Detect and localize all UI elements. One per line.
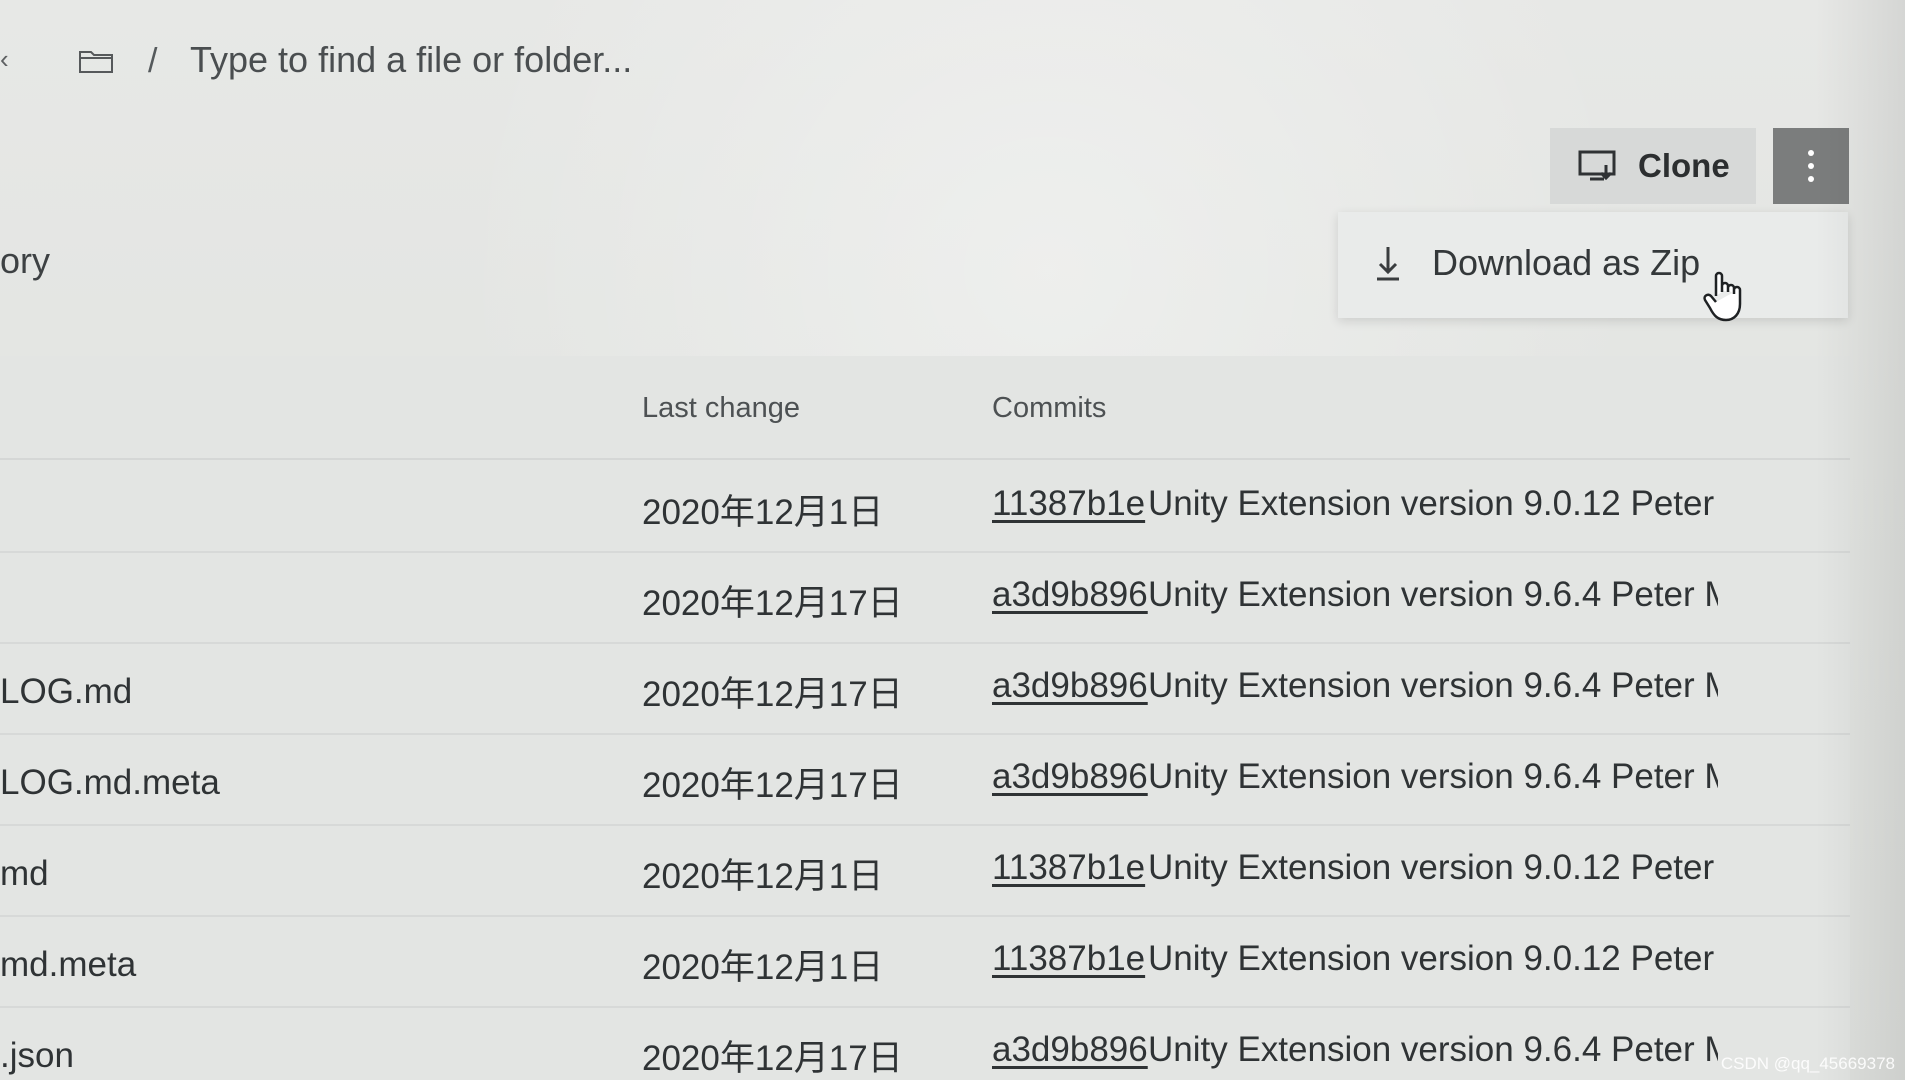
table-row[interactable]: md.meta 2020年12月1日 11387b1e Unity Extens…	[0, 915, 1850, 1008]
clone-label: Clone	[1638, 147, 1730, 184]
last-change-date: 2020年12月17日	[642, 1039, 903, 1078]
clone-button[interactable]: Clone	[1550, 128, 1756, 204]
table-header: Last change Commits	[0, 356, 1850, 460]
section-label: ory	[0, 240, 51, 281]
commit-hash-link[interactable]: 11387b1e	[992, 848, 1145, 888]
clone-icon	[1578, 150, 1616, 181]
page: ‹ / ory Clone Download as Zip	[0, 0, 1905, 1080]
commit-hash-link[interactable]: a3d9b896	[992, 575, 1148, 615]
table-row[interactable]: LOG.md 2020年12月17日 a3d9b896 Unity Extens…	[0, 642, 1850, 735]
hand-cursor-icon	[1703, 271, 1742, 322]
file-name[interactable]: LOG.md.meta	[0, 763, 220, 803]
more-options-button[interactable]	[1773, 128, 1849, 204]
last-change-date: 2020年12月1日	[642, 948, 884, 987]
table-row[interactable]: .json 2020年12月17日 a3d9b896 Unity Extensi…	[0, 1006, 1850, 1080]
last-change-date: 2020年12月17日	[642, 766, 903, 805]
commit-hash-link[interactable]: 11387b1e	[992, 484, 1145, 524]
table-row[interactable]: 2020年12月17日 a3d9b896 Unity Extension ver…	[0, 551, 1850, 644]
commit-message: Unity Extension version 9.6.4 Peter Me..…	[1148, 1030, 1718, 1069]
file-table: Last change Commits 2020年12月1日 11387b1e …	[0, 356, 1850, 1080]
path-separator: /	[148, 42, 158, 80]
commit-message: Unity Extension version 9.6.4 Peter Me..…	[1148, 575, 1718, 614]
path-bar: ‹ /	[0, 0, 1905, 120]
commit-hash-link[interactable]: a3d9b896	[992, 1030, 1148, 1070]
commit-message: Unity Extension version 9.0.12 Peter M..…	[1148, 848, 1718, 887]
chevron-left-icon[interactable]: ‹	[0, 44, 9, 75]
file-search-input[interactable]	[190, 36, 870, 84]
commit-message: Unity Extension version 9.6.4 Peter Me..…	[1148, 757, 1718, 796]
download-icon	[1377, 247, 1399, 281]
commit-hash-link[interactable]: 11387b1e	[992, 939, 1145, 979]
commit-hash-link[interactable]: a3d9b896	[992, 757, 1148, 797]
more-vertical-icon	[1808, 150, 1814, 182]
folder-icon	[79, 51, 113, 73]
download-zip-label: Download as Zip	[1432, 242, 1701, 283]
column-header-last-change[interactable]: Last change	[642, 392, 800, 425]
watermark: CSDN @qq_45669378	[1720, 1054, 1895, 1073]
column-header-commits[interactable]: Commits	[992, 392, 1106, 425]
last-change-date: 2020年12月1日	[642, 493, 884, 532]
more-options-menu: Download as Zip	[1338, 212, 1848, 318]
commit-message: Unity Extension version 9.0.12 Peter M..…	[1148, 484, 1718, 523]
commit-hash-link[interactable]: a3d9b896	[992, 666, 1148, 706]
table-row[interactable]: LOG.md.meta 2020年12月17日 a3d9b896 Unity E…	[0, 733, 1850, 826]
download-zip-menu-item[interactable]: Download as Zip	[1338, 212, 1848, 318]
last-change-date: 2020年12月17日	[642, 675, 903, 714]
commit-message: Unity Extension version 9.0.12 Peter M..…	[1148, 939, 1718, 978]
last-change-date: 2020年12月17日	[642, 584, 903, 623]
commit-message: Unity Extension version 9.6.4 Peter Me..…	[1148, 666, 1718, 705]
table-row[interactable]: md 2020年12月1日 11387b1e Unity Extension v…	[0, 824, 1850, 917]
table-row[interactable]: 2020年12月1日 11387b1e Unity Extension vers…	[0, 460, 1850, 553]
file-name[interactable]: md.meta	[0, 945, 136, 985]
file-name[interactable]: md	[0, 854, 49, 894]
file-name[interactable]: LOG.md	[0, 672, 132, 712]
file-name[interactable]: .json	[0, 1036, 74, 1076]
last-change-date: 2020年12月1日	[642, 857, 884, 896]
